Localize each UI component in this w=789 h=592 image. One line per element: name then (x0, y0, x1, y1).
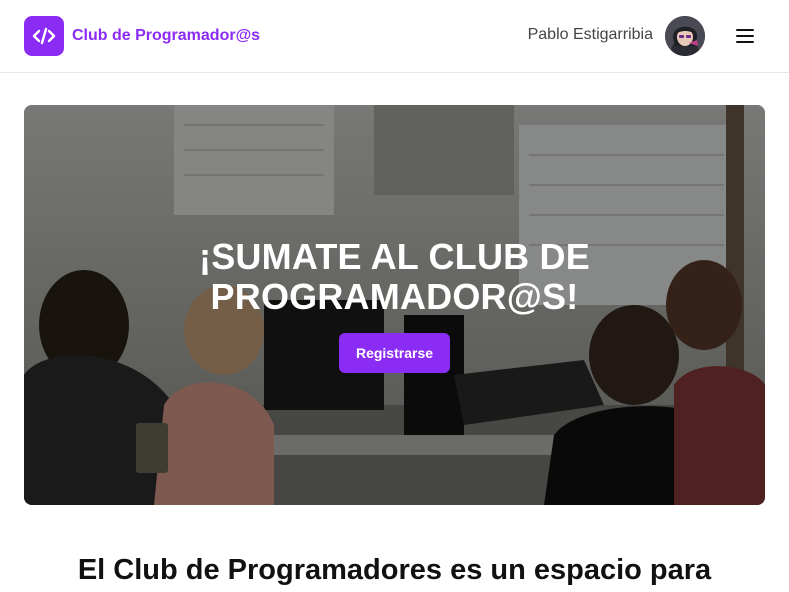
hero-banner: ¡SUMATE AL CLUB DE PROGRAMADOR@S! Regist… (24, 105, 765, 505)
register-button[interactable]: Registrarse (338, 333, 451, 373)
user-name: Pablo Estigarribia (527, 26, 653, 43)
code-icon (24, 16, 64, 56)
brand-link[interactable]: Club de Programador@s (24, 16, 260, 56)
hero-content: ¡SUMATE AL CLUB DE PROGRAMADOR@S! Regist… (24, 105, 765, 505)
avatar[interactable] (665, 16, 705, 56)
hero-title: ¡SUMATE AL CLUB DE PROGRAMADOR@S! (199, 236, 590, 317)
top-navbar: Club de Programador@s Pablo Estigarribia (0, 0, 789, 73)
brand-name: Club de Programador@s (72, 27, 261, 44)
intro-heading: El Club de Programadores es un espacio p… (77, 554, 712, 586)
hamburger-menu-icon[interactable] (733, 24, 757, 48)
